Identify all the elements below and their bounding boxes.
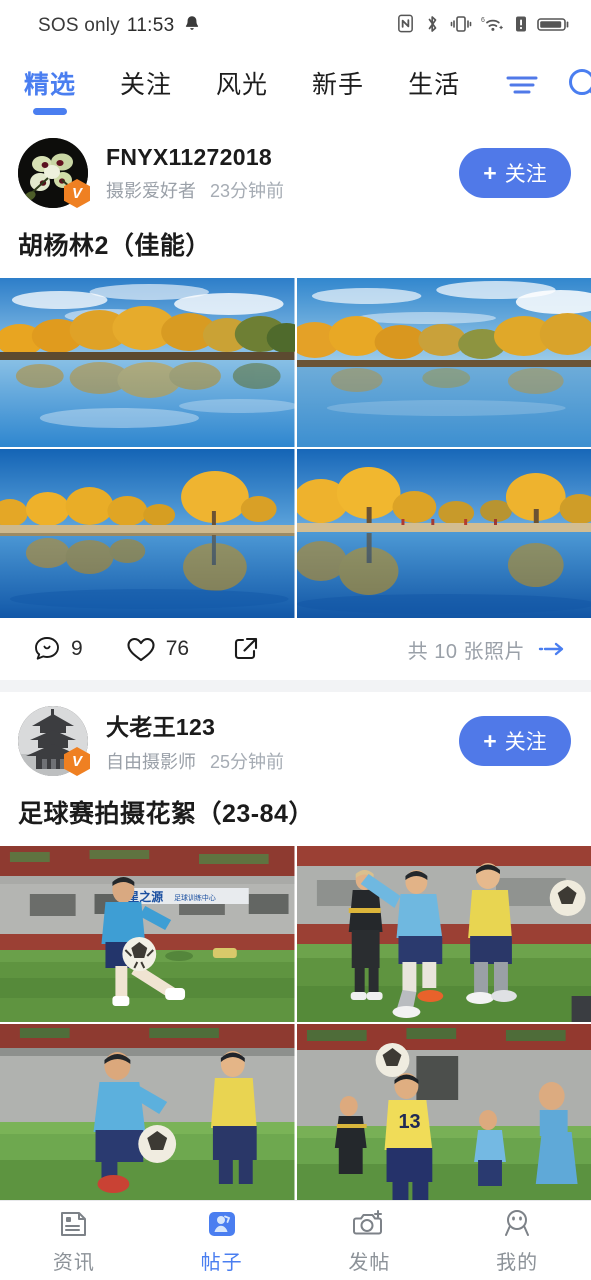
top-tab-bar: 精选 关注 风光 新手 生活: [0, 52, 591, 124]
follow-button[interactable]: + 关注: [459, 148, 571, 198]
share-icon: [234, 637, 258, 660]
tab-shenghuo[interactable]: 生活: [408, 65, 460, 111]
app-root: SOS only 11:53 6 精选 关注 风光 新手 生活 V FNYX11…: [0, 0, 591, 1280]
photo-grid: 星之源 足球训练中心 13: [0, 846, 591, 1200]
follow-label: 关注: [504, 163, 547, 186]
post-title[interactable]: 足球赛拍摄花絮（23-84）: [0, 778, 591, 846]
tab-label: 关注: [120, 71, 173, 99]
nav-label: 我的: [496, 1251, 539, 1274]
comment-button[interactable]: 9: [32, 634, 83, 664]
follow-label: 关注: [504, 731, 547, 754]
heart-icon: [127, 637, 155, 662]
posts-icon: [208, 1211, 235, 1236]
tab-bar-actions: [504, 66, 591, 110]
post-action-bar: 9 76 共 10 张照片: [0, 618, 591, 680]
post-card: V FNYX11272018 摄影爱好者 23分钟前 + 关注 胡杨林2（佳能）: [0, 124, 591, 680]
avatar[interactable]: V: [18, 138, 90, 208]
photo-thumbnail[interactable]: [0, 1024, 295, 1200]
engagement-actions: 9 76: [32, 634, 261, 664]
photo-thumbnail[interactable]: 星之源 足球训练中心: [0, 846, 295, 1022]
photo-grid: [0, 278, 591, 618]
share-button[interactable]: [231, 634, 261, 664]
nav-item-news[interactable]: 资讯: [0, 1201, 148, 1280]
photo-count-link[interactable]: 共 10 张照片: [408, 635, 569, 664]
like-button[interactable]: 76: [125, 634, 189, 664]
user-role: 摄影爱好者: [106, 180, 196, 201]
user-subline: 自由摄影师 25分钟前: [106, 748, 459, 774]
svg-text:足球训练中心: 足球训练中心: [174, 893, 216, 902]
battery-icon: [537, 14, 571, 39]
filter-icon[interactable]: [504, 70, 540, 100]
follow-button[interactable]: + 关注: [459, 716, 571, 766]
avatar[interactable]: V: [18, 706, 90, 776]
tab-active-indicator: [33, 108, 67, 115]
tab-guanzhu[interactable]: 关注: [120, 65, 172, 111]
photo-thumbnail[interactable]: [0, 449, 295, 618]
alert-icon: [514, 14, 528, 39]
tab-jingxuan[interactable]: 精选: [24, 65, 77, 115]
vibrate-icon: [450, 14, 472, 39]
photo-thumbnail[interactable]: [0, 278, 295, 447]
user-name[interactable]: 大老王123: [106, 708, 459, 742]
like-count: 76: [165, 637, 190, 660]
bell-icon: [182, 14, 202, 39]
photo-thumbnail[interactable]: [296, 449, 591, 618]
post-title[interactable]: 胡杨林2（佳能）: [0, 210, 591, 278]
wifi-6-icon: 6: [481, 14, 505, 39]
photo-thumbnail[interactable]: [296, 846, 591, 1022]
tab-label: 精选: [24, 71, 77, 99]
comment-count: 9: [71, 637, 83, 660]
photo-count-label: 共 10 张照片: [407, 640, 525, 663]
photo-thumbnail[interactable]: [296, 278, 591, 447]
profile-smiley-icon: [505, 1209, 530, 1236]
tab-label: 新手: [312, 71, 365, 99]
post-divider: [0, 680, 591, 692]
status-bar-left: SOS only 11:53: [38, 14, 202, 39]
nfc-icon: [396, 14, 415, 38]
post-card: V 大老王123 自由摄影师 25分钟前 + 关注 足球赛拍摄花絮（23-84）: [0, 692, 591, 1200]
bottom-navigation: 资讯 帖子 发帖 我的: [0, 1200, 591, 1280]
photo-thumbnail[interactable]: 13: [296, 1024, 591, 1200]
nav-item-profile[interactable]: 我的: [443, 1201, 591, 1280]
user-name[interactable]: FNYX11272018: [106, 144, 459, 171]
post-user-meta: 大老王123 自由摄影师 25分钟前: [106, 708, 459, 774]
tab-xinshou[interactable]: 新手: [312, 65, 364, 111]
tab-label: 生活: [408, 71, 461, 99]
clock-label: 11:53: [126, 15, 175, 36]
tab-list: 精选 关注 风光 新手 生活: [18, 65, 504, 115]
plus-icon: +: [483, 727, 497, 754]
verified-badge: V: [64, 179, 90, 208]
bluetooth-icon: [424, 14, 441, 39]
nav-item-publish[interactable]: 发帖: [296, 1201, 444, 1280]
nav-label: 资讯: [52, 1251, 95, 1274]
tab-label: 风光: [216, 71, 269, 99]
news-icon: [60, 1211, 86, 1236]
svg-text:13: 13: [398, 1111, 420, 1133]
comment-icon: [35, 637, 59, 660]
feed: V FNYX11272018 摄影爱好者 23分钟前 + 关注 胡杨林2（佳能）: [0, 124, 591, 1200]
post-timestamp: 25分钟前: [210, 752, 285, 772]
user-role: 自由摄影师: [106, 752, 196, 772]
tab-fengguang[interactable]: 风光: [216, 65, 268, 111]
post-header: V FNYX11272018 摄影爱好者 23分钟前 + 关注: [0, 124, 591, 210]
nav-label: 发帖: [348, 1251, 391, 1274]
nav-label: 帖子: [200, 1251, 243, 1274]
verified-badge: V: [64, 747, 90, 776]
post-header: V 大老王123 自由摄影师 25分钟前 + 关注: [0, 692, 591, 778]
svg-text:6: 6: [481, 17, 485, 24]
user-subline: 摄影爱好者 23分钟前: [106, 177, 459, 203]
camera-plus-icon: [353, 1209, 383, 1234]
carrier-label: SOS only: [38, 15, 120, 36]
status-bar: SOS only 11:53 6: [0, 0, 591, 52]
search-icon[interactable]: [566, 66, 591, 104]
post-user-meta: FNYX11272018 摄影爱好者 23分钟前: [106, 144, 459, 203]
post-timestamp: 23分钟前: [210, 180, 285, 201]
plus-icon: +: [483, 159, 497, 186]
nav-item-posts[interactable]: 帖子: [148, 1201, 296, 1280]
arrow-right-icon: [538, 642, 564, 656]
status-bar-right: 6: [396, 14, 571, 39]
